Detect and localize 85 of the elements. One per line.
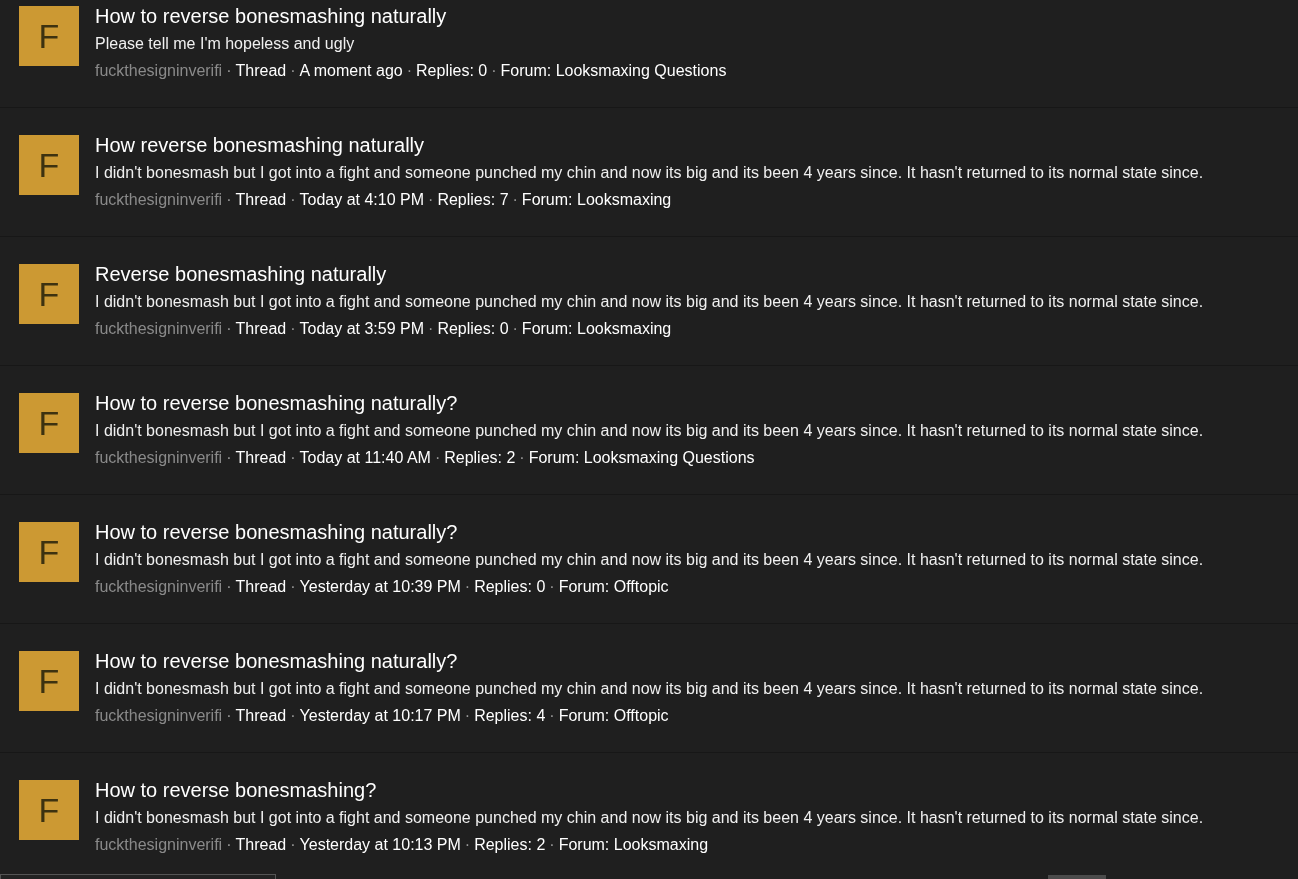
username-link[interactable]: fuckthesigninverifi <box>95 704 223 728</box>
forum-link[interactable]: Forum: Looksmaxing Questions <box>528 446 755 470</box>
post-snippet: I didn't bonesmash but I got into a fight and someone punched my chin and now its big and its been 4 years since. It hasn't returned to its normal state since. <box>95 163 1204 183</box>
username-link[interactable]: fuckthesigninverifi <box>95 188 223 212</box>
username-link[interactable]: fuckthesigninverifi <box>95 317 223 341</box>
username-link[interactable]: fuckthesigninverifi <box>95 59 223 83</box>
meta-separator: · <box>549 706 555 726</box>
reply-count: Replies: 7 <box>437 190 509 210</box>
reply-count: Replies: 0 <box>437 319 509 339</box>
thread-title-link[interactable]: How reverse bonesmashing naturally <box>95 134 425 156</box>
username-link[interactable]: fuckthesigninverifi <box>95 575 223 599</box>
forum-link[interactable]: Forum: Offtopic <box>558 704 669 728</box>
thread-title-link[interactable]: How to reverse bonesmashing naturally? <box>95 521 458 543</box>
meta-separator: · <box>512 319 518 339</box>
meta-separator: · <box>226 319 232 339</box>
meta-separator: · <box>290 319 296 339</box>
meta-separator: · <box>226 706 232 726</box>
reply-count: Replies: 0 <box>416 61 488 81</box>
post-snippet: I didn't bonesmash but I got into a fight and someone punched my chin and now its big and its been 4 years since. It hasn't returned to its normal state since. <box>95 808 1204 828</box>
post-date: Yesterday at 10:13 PM <box>299 835 461 855</box>
meta-separator: · <box>434 448 441 468</box>
meta-separator: · <box>290 61 296 81</box>
meta-separator: · <box>512 190 518 210</box>
meta-separator: · <box>226 448 232 468</box>
forum-link[interactable]: Forum: Looksmaxing <box>521 317 672 341</box>
avatar[interactable]: F <box>19 135 79 195</box>
thread-title-link[interactable]: How to reverse bonesmashing naturally? <box>95 392 458 414</box>
content-type: Thread <box>235 319 287 339</box>
avatar[interactable]: F <box>19 264 79 324</box>
post-snippet: I didn't bonesmash but I got into a fight and someone punched my chin and now its big and its been 4 years since. It hasn't returned to its normal state since. <box>95 679 1204 699</box>
meta-separator: · <box>464 706 471 726</box>
meta-separator: · <box>226 577 232 597</box>
reply-count: Replies: 0 <box>474 577 546 597</box>
avatar[interactable]: F <box>19 522 79 582</box>
avatar[interactable]: F <box>19 780 79 840</box>
post-date: A moment ago <box>299 61 403 81</box>
meta-separator: · <box>290 448 296 468</box>
meta-separator: · <box>464 577 471 597</box>
content-type: Thread <box>235 835 287 855</box>
meta-separator: · <box>549 835 555 855</box>
forum-link[interactable]: Forum: Looksmaxing <box>521 188 672 212</box>
thread-title-link[interactable]: How to reverse bonesmashing naturally? <box>95 650 458 672</box>
avatar[interactable]: F <box>19 6 79 66</box>
post-date: Yesterday at 10:17 PM <box>299 706 461 726</box>
forum-link[interactable]: Forum: Looksmaxing Questions <box>500 59 727 83</box>
meta-separator: · <box>519 448 525 468</box>
post-date: Today at 3:59 PM <box>299 319 425 339</box>
meta-separator: · <box>549 577 555 597</box>
forum-link[interactable]: Forum: Looksmaxing <box>558 833 709 857</box>
meta-separator: · <box>290 577 296 597</box>
meta-separator: · <box>290 190 296 210</box>
reply-count: Replies: 2 <box>474 835 546 855</box>
content-type: Thread <box>235 61 287 81</box>
username-link[interactable]: fuckthesigninverifi <box>95 446 223 470</box>
meta-separator: · <box>226 61 232 81</box>
avatar[interactable]: F <box>19 651 79 711</box>
meta-separator: · <box>406 61 413 81</box>
meta-separator: · <box>290 706 296 726</box>
scroll-thumb[interactable] <box>1048 875 1106 879</box>
meta-separator: · <box>226 190 232 210</box>
content-type: Thread <box>235 706 287 726</box>
meta-separator: · <box>464 835 471 855</box>
post-date: Today at 4:10 PM <box>299 190 425 210</box>
meta-separator: · <box>226 835 232 855</box>
post-snippet: Please tell me I'm hopeless and ugly <box>95 34 355 54</box>
avatar[interactable]: F <box>19 393 79 453</box>
post-snippet: I didn't bonesmash but I got into a fight and someone punched my chin and now its big and its been 4 years since. It hasn't returned to its normal state since. <box>95 292 1204 312</box>
reply-count: Replies: 4 <box>474 706 546 726</box>
content-type: Thread <box>235 577 287 597</box>
post-snippet: I didn't bonesmash but I got into a fight and someone punched my chin and now its big and its been 4 years since. It hasn't returned to its normal state since. <box>95 421 1204 441</box>
reply-count: Replies: 2 <box>444 448 516 468</box>
forum-link[interactable]: Forum: Offtopic <box>558 575 669 599</box>
meta-separator: · <box>428 190 434 210</box>
thread-title-link[interactable]: How to reverse bonesmashing? <box>95 779 377 801</box>
meta-separator: · <box>290 835 296 855</box>
content-type: Thread <box>235 190 287 210</box>
meta-separator: · <box>428 319 434 339</box>
post-date: Today at 11:40 AM <box>299 448 431 468</box>
thread-title-link[interactable]: Reverse bonesmashing naturally <box>95 263 387 285</box>
username-link[interactable]: fuckthesigninverifi <box>95 833 223 857</box>
post-snippet: I didn't bonesmash but I got into a fight and someone punched my chin and now its big and its been 4 years since. It hasn't returned to its normal state since. <box>95 550 1204 570</box>
thread-title-link[interactable]: How to reverse bonesmashing naturally <box>95 5 447 27</box>
post-date: Yesterday at 10:39 PM <box>299 577 461 597</box>
meta-separator: · <box>491 61 497 81</box>
content-type: Thread <box>235 448 287 468</box>
